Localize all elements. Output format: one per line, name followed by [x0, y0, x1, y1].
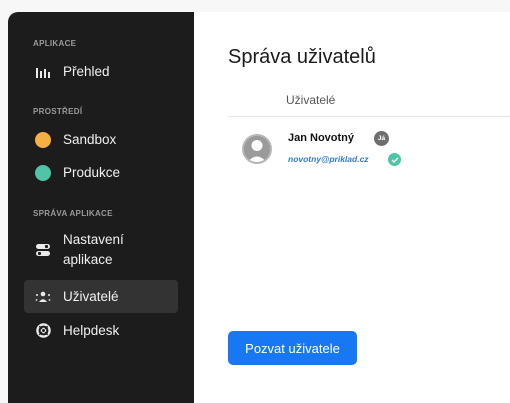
sidebar: APLIKACE Přehled PROSTŘEDÍ Sandbox Produ…	[8, 12, 194, 403]
sidebar-item-label: Produkce	[63, 165, 121, 180]
sidebar-item-label: Sandbox	[63, 132, 117, 147]
sidebar-item-label: Uživatelé	[63, 289, 119, 304]
status-dot-icon	[34, 164, 52, 182]
page-title: Správa uživatelů	[228, 46, 376, 68]
status-dot-icon	[34, 131, 52, 149]
main-panel: Správa uživatelů Uživatelé Jan Novotný J…	[194, 12, 510, 403]
sidebar-section-label: PROSTŘEDÍ	[33, 107, 83, 116]
sidebar-section-label: APLIKACE	[33, 39, 77, 48]
users-icon	[34, 288, 52, 306]
header-divider	[228, 116, 510, 117]
invite-user-button[interactable]: Pozvat uživatele	[228, 331, 357, 365]
user-email: novotny@priklad.cz	[288, 154, 369, 164]
sidebar-section-label: SPRÁVA APLIKACE	[33, 209, 113, 218]
users-column-header: Uživatelé	[286, 93, 336, 107]
verified-check-icon	[388, 153, 401, 166]
sidebar-item-sandbox[interactable]: Sandbox	[24, 123, 178, 156]
user-name: Jan Novotný	[288, 132, 355, 144]
sidebar-item-app-settings[interactable]: Nastavení aplikace	[24, 228, 178, 272]
sidebar-item-label: Nastavení aplikace	[63, 232, 124, 267]
sidebar-item-users[interactable]: Uživatelé	[24, 280, 178, 313]
sidebar-item-production[interactable]: Produkce	[24, 156, 178, 189]
sidebar-item-label: Přehled	[63, 64, 110, 79]
app-window: APLIKACE Přehled PROSTŘEDÍ Sandbox Produ…	[0, 0, 510, 403]
bar-chart-icon	[34, 63, 52, 81]
lifebuoy-icon	[34, 322, 52, 340]
toggle-settings-icon	[34, 241, 52, 259]
avatar	[242, 134, 272, 164]
me-badge: Já	[374, 131, 389, 146]
sidebar-item-helpdesk[interactable]: Helpdesk	[24, 314, 178, 347]
sidebar-item-label: Helpdesk	[63, 323, 120, 338]
sidebar-item-overview[interactable]: Přehled	[24, 55, 178, 88]
